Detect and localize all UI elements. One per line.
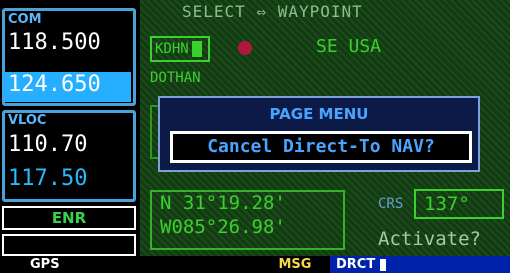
course-field[interactable]: 137° [414,189,504,219]
latitude-readout: N 31°19.28' [160,192,286,214]
vloc-standby-frequency: 117.50 [8,166,88,191]
waypoint-region: SE USA [316,36,382,57]
page-title: SELECT ⇔ WAYPOINT [182,2,363,21]
cursor-icon [191,41,202,57]
cdi-mode-indicator: ENR [2,206,136,230]
airport-icon [238,41,252,55]
waypoint-ident-field[interactable]: KDHN [150,36,210,62]
nav-source-label: GPS [30,257,60,272]
com-label: COM [8,12,42,27]
vloc-active-frequency: 110.70 [8,132,88,157]
com-standby-frequency: 124.650 [8,72,101,97]
annunciator-box [2,234,136,256]
course-label: CRS [378,196,404,212]
cursor-icon [380,258,387,271]
cancel-direct-to-menu-item[interactable]: Cancel Direct-To NAV? [170,131,472,163]
longitude-readout: W085°26.98' [160,216,286,238]
direct-to-label: DRCT [336,257,376,272]
facility-name: DOTHAN [150,70,201,86]
message-annunciator[interactable]: MSG [265,256,325,273]
activate-prompt[interactable]: Activate? [378,228,481,250]
waypoint-ident-text: KDHN [155,41,189,57]
com-active-frequency: 118.500 [8,30,101,55]
vloc-label: VLOC [8,113,47,128]
page-menu-title: PAGE MENU [269,105,369,123]
radio-panel: COM 118.500 124.650 VLOC 110.70 117.50 E… [0,0,140,273]
direct-to-annunciator: DRCT [330,256,510,273]
status-bar: GPS MSG DRCT [0,256,510,273]
